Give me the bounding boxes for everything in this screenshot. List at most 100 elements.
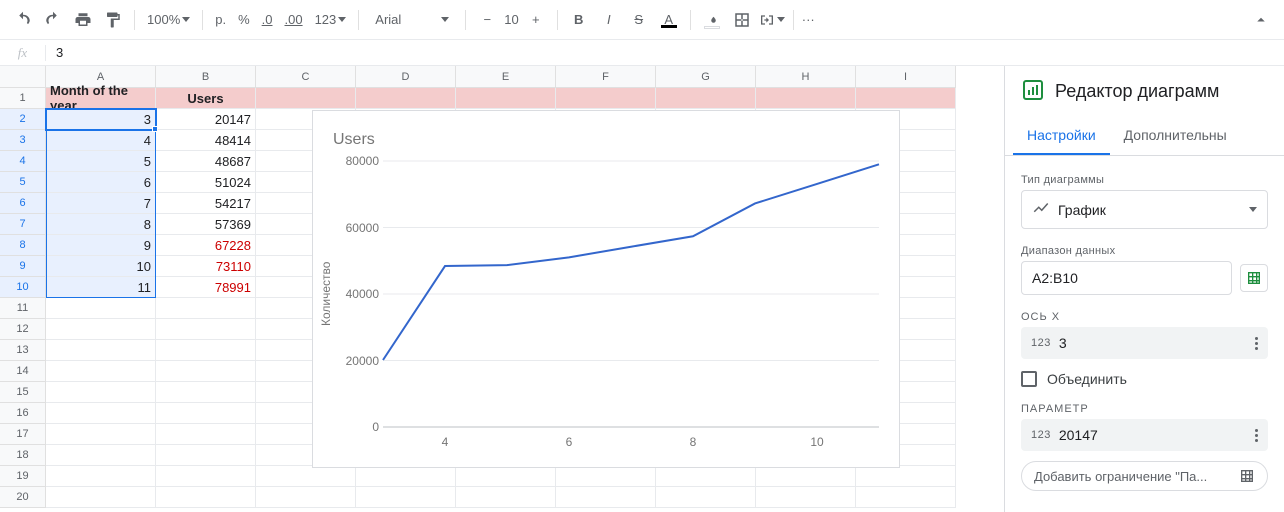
cell[interactable]: 20147 — [156, 109, 256, 130]
row-header[interactable]: 2 — [0, 109, 46, 130]
cell[interactable]: 67228 — [156, 235, 256, 256]
row-header[interactable]: 9 — [0, 256, 46, 277]
font-size-increase-button[interactable]: + — [523, 7, 549, 33]
cell[interactable] — [256, 88, 356, 109]
column-header[interactable]: G — [656, 66, 756, 88]
cell[interactable] — [456, 466, 556, 487]
cell[interactable]: 11 — [46, 277, 156, 298]
row-header[interactable]: 3 — [0, 130, 46, 151]
cell[interactable] — [256, 487, 356, 508]
borders-button[interactable] — [729, 7, 755, 33]
cell[interactable]: 4 — [46, 130, 156, 151]
cell[interactable]: 8 — [46, 214, 156, 235]
bold-button[interactable]: B — [566, 7, 592, 33]
row-header[interactable]: 7 — [0, 214, 46, 235]
cell[interactable] — [256, 466, 356, 487]
cell[interactable] — [46, 487, 156, 508]
column-header[interactable]: H — [756, 66, 856, 88]
italic-button[interactable]: I — [596, 7, 622, 33]
cell[interactable] — [456, 88, 556, 109]
select-range-button[interactable] — [1240, 264, 1268, 292]
cell[interactable]: 54217 — [156, 193, 256, 214]
column-header[interactable]: C — [256, 66, 356, 88]
cell[interactable]: 9 — [46, 235, 156, 256]
tab-customize[interactable]: Дополнительны — [1110, 117, 1241, 155]
cell[interactable]: 51024 — [156, 172, 256, 193]
cell[interactable] — [156, 298, 256, 319]
cell[interactable] — [656, 466, 756, 487]
row-header[interactable]: 11 — [0, 298, 46, 319]
cell[interactable] — [856, 487, 956, 508]
cell[interactable] — [356, 88, 456, 109]
row-header[interactable]: 1 — [0, 88, 46, 109]
cell[interactable]: 10 — [46, 256, 156, 277]
data-range-input[interactable]: A2:B10 — [1021, 261, 1232, 295]
row-header[interactable]: 8 — [0, 235, 46, 256]
collapse-toolbar-button[interactable] — [1248, 7, 1274, 33]
cell[interactable]: 5 — [46, 151, 156, 172]
fill-color-button[interactable] — [699, 7, 725, 33]
cell[interactable] — [46, 298, 156, 319]
undo-button[interactable] — [10, 7, 36, 33]
font-select[interactable]: Arial — [367, 12, 457, 27]
cell[interactable] — [46, 382, 156, 403]
row-header[interactable]: 13 — [0, 340, 46, 361]
cell[interactable] — [856, 88, 956, 109]
cell[interactable]: 78991 — [156, 277, 256, 298]
cell[interactable] — [556, 487, 656, 508]
row-header[interactable]: 20 — [0, 487, 46, 508]
column-header[interactable]: B — [156, 66, 256, 88]
cell[interactable]: 57369 — [156, 214, 256, 235]
cell[interactable]: 6 — [46, 172, 156, 193]
cell[interactable]: 48414 — [156, 130, 256, 151]
row-header[interactable]: 14 — [0, 361, 46, 382]
cell[interactable] — [156, 445, 256, 466]
cell[interactable] — [46, 361, 156, 382]
cell[interactable] — [556, 466, 656, 487]
row-header[interactable]: 15 — [0, 382, 46, 403]
paint-format-button[interactable] — [100, 7, 126, 33]
cell[interactable]: 48687 — [156, 151, 256, 172]
row-header[interactable]: 6 — [0, 193, 46, 214]
cell[interactable] — [356, 466, 456, 487]
select-all-corner[interactable] — [0, 66, 46, 88]
row-header[interactable]: 17 — [0, 424, 46, 445]
cell[interactable]: 3 — [46, 109, 156, 130]
cell[interactable]: Month of the year — [46, 88, 156, 109]
decrease-decimal-button[interactable]: .0 — [258, 7, 277, 33]
column-header[interactable]: E — [456, 66, 556, 88]
spreadsheet[interactable]: A B C D E F G H I 1Month of the yearUser… — [0, 66, 1004, 512]
merge-button[interactable] — [759, 7, 785, 33]
cell[interactable] — [156, 382, 256, 403]
row-header[interactable]: 16 — [0, 403, 46, 424]
x-axis-chip[interactable]: 1233 — [1021, 327, 1268, 359]
cell[interactable]: Users — [156, 88, 256, 109]
row-header[interactable]: 18 — [0, 445, 46, 466]
cell[interactable]: 7 — [46, 193, 156, 214]
strikethrough-button[interactable]: S — [626, 7, 652, 33]
aggregate-checkbox[interactable]: Объединить — [1021, 371, 1268, 387]
text-color-button[interactable]: A — [656, 7, 682, 33]
cell[interactable] — [156, 403, 256, 424]
cell[interactable] — [156, 340, 256, 361]
percent-button[interactable]: % — [234, 7, 254, 33]
zoom-select[interactable]: 100% — [143, 12, 194, 27]
cell[interactable] — [46, 319, 156, 340]
cell[interactable] — [656, 88, 756, 109]
column-header[interactable]: I — [856, 66, 956, 88]
cell[interactable] — [156, 319, 256, 340]
series-chip[interactable]: 12320147 — [1021, 419, 1268, 451]
row-header[interactable]: 19 — [0, 466, 46, 487]
cell[interactable] — [46, 424, 156, 445]
column-header[interactable]: F — [556, 66, 656, 88]
cell[interactable]: 73110 — [156, 256, 256, 277]
font-size-select[interactable]: − 10 + — [474, 7, 548, 33]
redo-button[interactable] — [40, 7, 66, 33]
cell[interactable] — [156, 361, 256, 382]
print-button[interactable] — [70, 7, 96, 33]
kebab-icon[interactable] — [1255, 429, 1258, 442]
formula-input[interactable]: 3 — [46, 45, 63, 60]
add-series-button[interactable]: Добавить ограничение "Па... — [1021, 461, 1268, 491]
cell[interactable] — [656, 487, 756, 508]
chart-type-select[interactable]: График — [1021, 190, 1268, 229]
